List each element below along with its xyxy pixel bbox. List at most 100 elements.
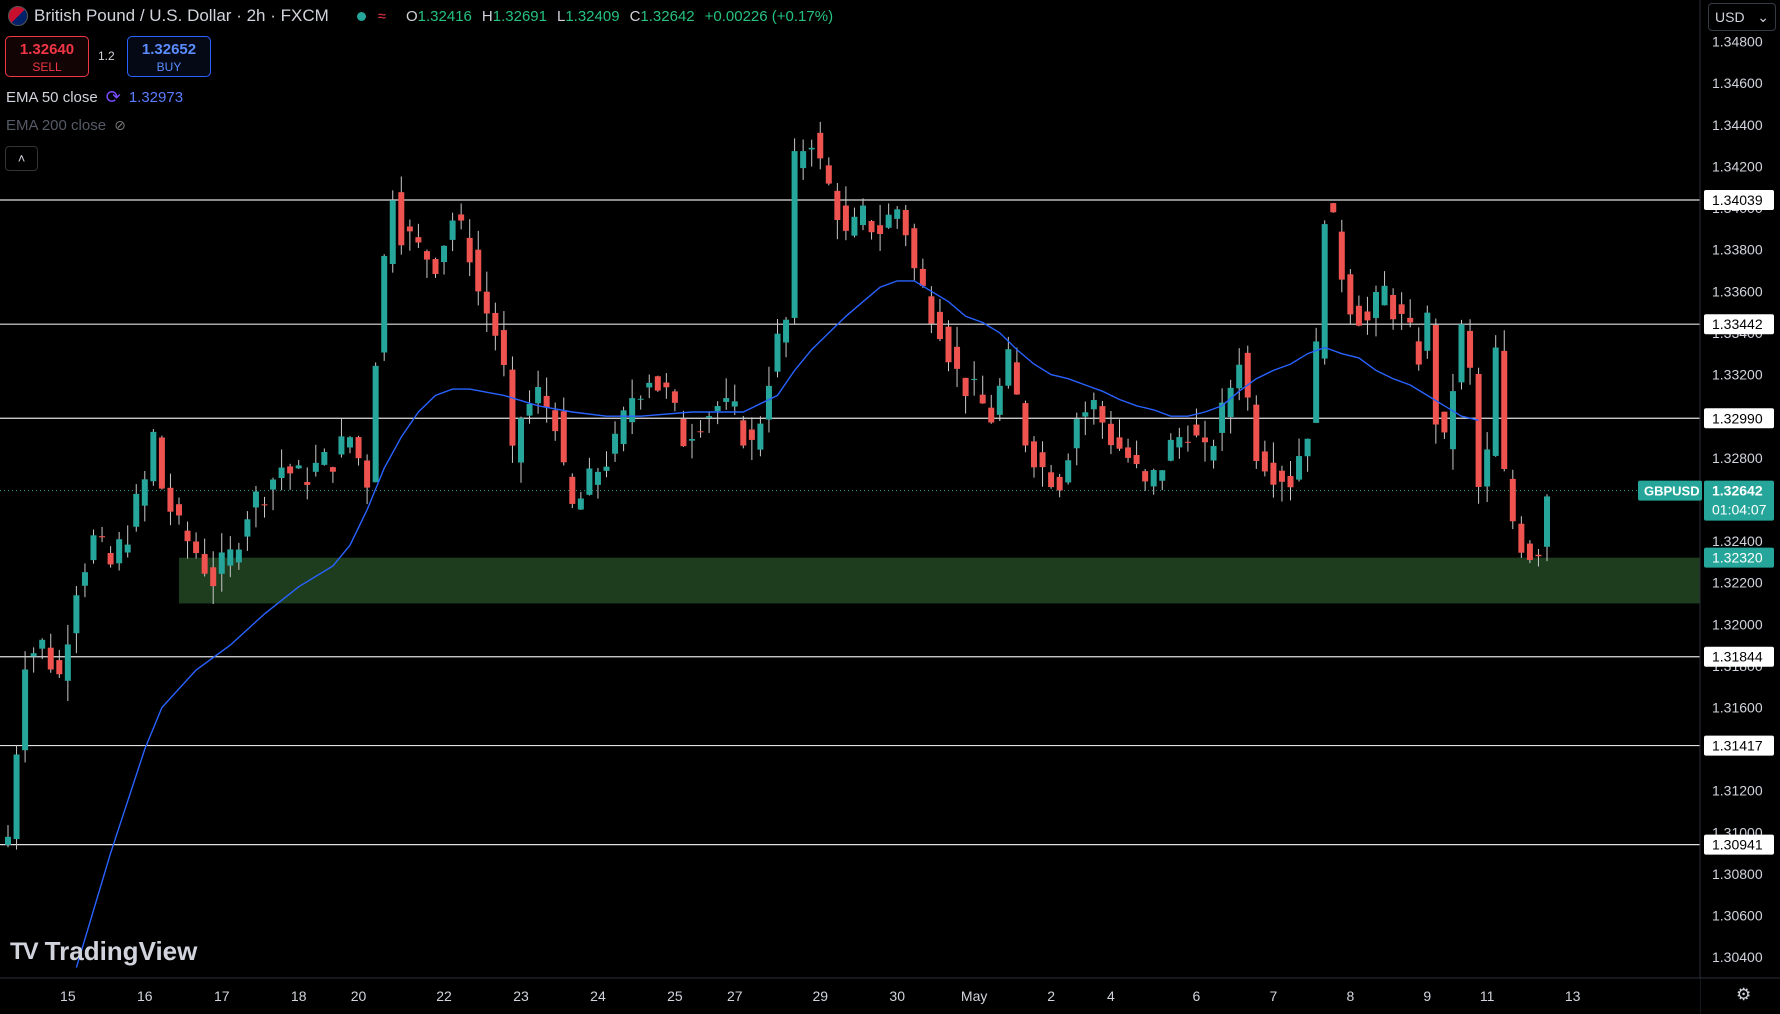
candle-body bbox=[30, 653, 37, 657]
candle-body bbox=[1321, 224, 1328, 359]
candle-body bbox=[1484, 449, 1491, 487]
candle-body bbox=[201, 554, 208, 574]
sell-button[interactable]: 1.32640 SELL bbox=[5, 36, 89, 77]
candle-body bbox=[1116, 437, 1123, 449]
x-tick-label: 11 bbox=[1480, 988, 1495, 1004]
candle-body bbox=[1125, 447, 1132, 458]
currency-select[interactable]: USD ⌄ bbox=[1708, 3, 1776, 31]
price-chart[interactable]: 1.348001.346001.344001.342001.340001.338… bbox=[0, 0, 1780, 1014]
candle-body bbox=[381, 255, 388, 353]
candle-body bbox=[894, 209, 901, 219]
indicator-ema200[interactable]: EMA 200 close ⊘ bbox=[6, 117, 126, 134]
candle-body bbox=[47, 647, 54, 670]
candle-body bbox=[1535, 554, 1542, 557]
y-tick-label: 1.34200 bbox=[1712, 158, 1763, 174]
x-tick-label: 7 bbox=[1270, 988, 1278, 1004]
candle-body bbox=[1415, 341, 1422, 365]
x-tick-label: 24 bbox=[590, 988, 606, 1004]
candle-body bbox=[1031, 441, 1037, 468]
candle-body bbox=[99, 536, 106, 538]
candle-body bbox=[535, 387, 542, 404]
y-tick-label: 1.30400 bbox=[1712, 949, 1763, 965]
candle-body bbox=[116, 539, 123, 564]
collapse-legend-button[interactable]: ˄ bbox=[5, 146, 38, 171]
candle-body bbox=[441, 245, 448, 263]
candle-body bbox=[1005, 349, 1012, 386]
candle-body bbox=[133, 493, 140, 527]
x-tick-label: 30 bbox=[889, 988, 905, 1004]
candle-body bbox=[244, 519, 251, 537]
candle-body bbox=[1236, 364, 1243, 389]
candle-body bbox=[235, 549, 242, 563]
candle-body bbox=[1013, 362, 1020, 395]
buy-button[interactable]: 1.32652 BUY bbox=[127, 36, 211, 77]
candle-body bbox=[415, 237, 422, 243]
candle-body bbox=[560, 411, 567, 463]
candle-body bbox=[81, 572, 88, 586]
candle-body bbox=[1099, 406, 1106, 423]
candle-body bbox=[612, 433, 619, 454]
candle-body bbox=[73, 595, 80, 634]
y-tick-label: 1.33600 bbox=[1712, 283, 1763, 299]
line-price-label: 1.30941 bbox=[1712, 837, 1763, 853]
candle-body bbox=[389, 200, 396, 265]
y-tick-label: 1.31600 bbox=[1712, 699, 1763, 715]
zone-price-label: 1.32320 bbox=[1712, 550, 1763, 566]
candle-body bbox=[731, 401, 738, 407]
candle-body bbox=[1518, 523, 1525, 553]
candle-body bbox=[338, 436, 345, 455]
candle-body bbox=[791, 151, 798, 318]
candle-body bbox=[432, 259, 439, 274]
candle-body bbox=[996, 385, 1003, 415]
line-price-label: 1.33442 bbox=[1712, 316, 1763, 332]
candle-body bbox=[347, 437, 353, 448]
ohlc-values: O1.32416 H1.32691 L1.32409 C1.32642 +0.0… bbox=[406, 8, 833, 25]
time-axis[interactable]: 15 16 17 18 20 22 23 24 25 27 29 30 May 2 4 6 7 8 9 11 13 bbox=[0, 977, 1780, 1014]
candle-body bbox=[1142, 471, 1149, 482]
candle-body bbox=[1202, 437, 1208, 443]
ema50-value: 1.32973 bbox=[128, 89, 184, 106]
hidden-eye-icon[interactable]: ⊘ bbox=[114, 117, 126, 134]
last-price-label: 1.32642 bbox=[1712, 483, 1763, 499]
candle-body bbox=[800, 151, 807, 169]
candle-body bbox=[594, 471, 601, 485]
candle-body bbox=[928, 296, 935, 324]
x-tick-label: 6 bbox=[1193, 988, 1201, 1004]
candle-body bbox=[783, 319, 790, 343]
candle-body bbox=[954, 346, 961, 369]
candle-body bbox=[979, 394, 986, 404]
candle-body bbox=[825, 165, 832, 184]
ohlc-value: 1.32416 bbox=[417, 7, 472, 25]
candle-body bbox=[210, 567, 217, 587]
candle-body bbox=[492, 312, 499, 336]
candle-body bbox=[620, 410, 627, 445]
y-tick-label: 1.32800 bbox=[1712, 450, 1763, 466]
candle-body bbox=[1107, 423, 1114, 446]
candle-body bbox=[971, 378, 978, 381]
candle-body bbox=[1244, 352, 1251, 398]
buy-price: 1.32652 bbox=[141, 41, 197, 58]
candle-body bbox=[295, 465, 302, 469]
y-tick-label: 1.31200 bbox=[1712, 783, 1763, 799]
indicator-ema50[interactable]: EMA 50 close ⟳ 1.32973 bbox=[6, 87, 183, 108]
candle-body bbox=[1313, 341, 1320, 423]
sell-label: SELL bbox=[32, 60, 62, 74]
candle-body bbox=[1073, 419, 1080, 449]
candle-body bbox=[1441, 411, 1448, 433]
x-tick-label: 15 bbox=[60, 988, 76, 1004]
candle-body bbox=[671, 391, 678, 403]
candle-body bbox=[817, 132, 824, 159]
candle-body bbox=[1065, 460, 1072, 483]
candle-body bbox=[723, 398, 730, 402]
line-price-label: 1.31844 bbox=[1712, 649, 1763, 665]
ohlc-value: 1.32642 bbox=[640, 7, 695, 25]
ohlc-value: 1.32409 bbox=[565, 7, 620, 25]
candle-body bbox=[740, 420, 747, 446]
candle-body bbox=[355, 437, 362, 459]
gear-icon[interactable]: ⚙ bbox=[1736, 985, 1751, 1005]
candle-body bbox=[577, 498, 584, 510]
symbol-title[interactable]: British Pound / U.S. Dollar · 2h · FXCM bbox=[34, 6, 329, 26]
candle-body bbox=[176, 504, 182, 516]
ohlc-key: H bbox=[481, 7, 493, 25]
y-tick-label: 1.32200 bbox=[1712, 575, 1763, 591]
